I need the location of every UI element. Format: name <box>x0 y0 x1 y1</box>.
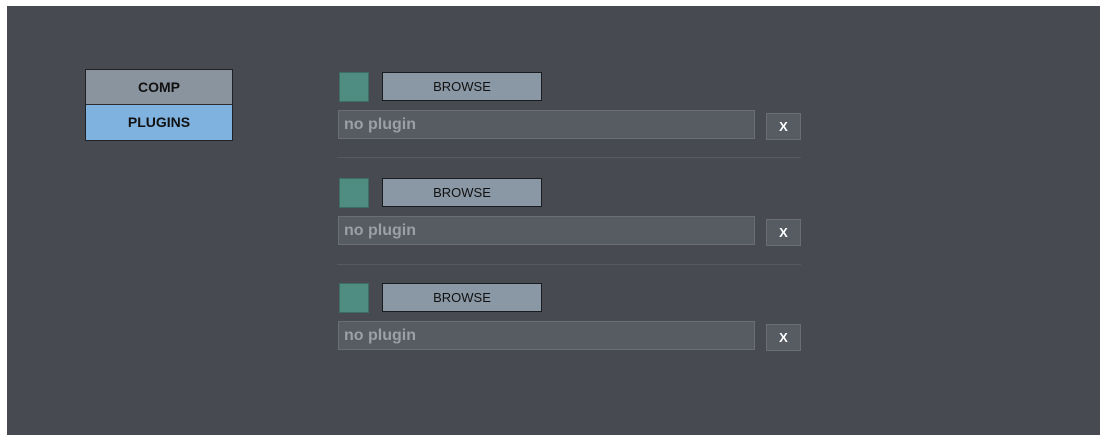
tab-bar: COMP PLUGINS <box>85 69 233 141</box>
clear-plugin-button[interactable]: X <box>766 324 801 351</box>
plugin-name-field[interactable]: no plugin <box>338 110 755 139</box>
browse-button[interactable]: BROWSE <box>382 178 542 207</box>
plugin-name-field[interactable]: no plugin <box>338 321 755 350</box>
tab-comp[interactable]: COMP <box>86 70 232 105</box>
slot-divider <box>337 264 801 265</box>
clear-plugin-button[interactable]: X <box>766 113 801 140</box>
clear-plugin-button[interactable]: X <box>766 219 801 246</box>
plugin-name-field[interactable]: no plugin <box>338 216 755 245</box>
browse-button[interactable]: BROWSE <box>382 72 542 101</box>
browse-button[interactable]: BROWSE <box>382 283 542 312</box>
slot-color-swatch[interactable] <box>339 72 369 102</box>
slot-color-swatch[interactable] <box>339 178 369 208</box>
slot-color-swatch[interactable] <box>339 283 369 313</box>
plugin-panel: COMP PLUGINS BROWSE no plugin X BROWSE n… <box>7 6 1100 435</box>
tab-plugins[interactable]: PLUGINS <box>86 105 232 140</box>
slot-divider <box>337 157 801 158</box>
